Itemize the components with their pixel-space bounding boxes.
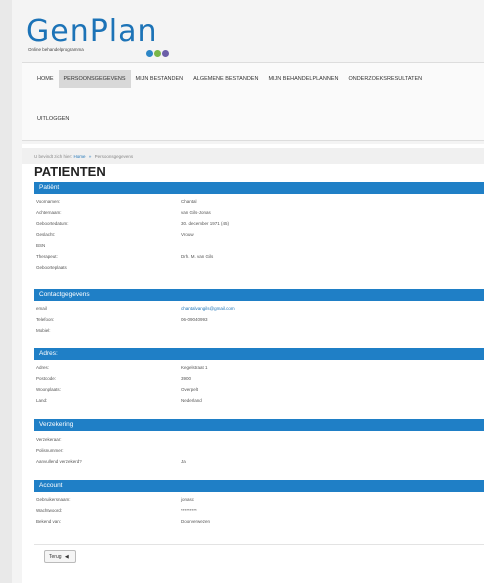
field-label: Polisnummer: (36, 448, 64, 453)
field-label: Postcode: (36, 376, 57, 381)
nav-item-uitloggen[interactable]: UITLOGGEN (32, 110, 74, 128)
field-value: 06-09040993 (181, 317, 208, 322)
main-navigation: HOME PERSOONSGEGEVENS MIJN BESTANDEN ALG… (22, 62, 484, 141)
row-geboorteplaats: Geboorteplaats (34, 264, 484, 274)
page: GenPlan Online behandelprogramma HOME PE… (12, 0, 484, 583)
logo-dots (146, 50, 169, 57)
content-panel: U bevindt zich hier: Home » Persoonsgege… (22, 144, 484, 583)
row-adres: Adres: Kegelstraat 1 (34, 364, 484, 374)
field-value: Chantal (181, 199, 197, 204)
field-label: Geslacht: (36, 232, 56, 237)
logo-dot-green (154, 50, 161, 57)
field-label: Verzekeraar: (36, 437, 62, 442)
page-title: PATIENTEN (34, 164, 106, 179)
row-achternaam: Achternaam: van Gils-Jonas (34, 209, 484, 219)
breadcrumb: U bevindt zich hier: Home » Persoonsgege… (22, 148, 484, 164)
nav-item-onderzoeksresultaten[interactable]: ONDERZOEKSRESULTATEN (343, 70, 427, 88)
field-value: Nederland (181, 398, 202, 403)
field-label: Voornamen: (36, 199, 61, 204)
field-label: Therapeut: (36, 254, 58, 259)
section-header-patient: Patiënt (34, 182, 484, 194)
arrow-left-icon: ◀ (64, 554, 69, 560)
nav-item-mijn-bestanden[interactable]: MIJN BESTANDEN (131, 70, 189, 88)
row-geboortedatum: Geboortedatum: 30. december 1971 (45) (34, 220, 484, 230)
row-land: Land: Nederland (34, 397, 484, 407)
field-value: van Gils-Jonas (181, 210, 211, 215)
field-value: jonasc (181, 497, 195, 502)
breadcrumb-prefix: U bevindt zich hier: (34, 154, 73, 159)
nav-item-persoonsgegevens[interactable]: PERSOONSGEGEVENS (58, 70, 131, 88)
logo-tagline: Online behandelprogramma (28, 47, 84, 52)
email-link[interactable]: chantalvangils@gmail.com (181, 306, 235, 311)
field-label: Adres: (36, 365, 50, 370)
nav-row-primary: HOME PERSOONSGEGEVENS MIJN BESTANDEN ALG… (32, 70, 427, 88)
field-label: BSN (36, 243, 46, 248)
field-label: Mobiel: (36, 328, 51, 333)
section-header-verzekering: Verzekering (34, 419, 484, 431)
field-label: Geboorteplaats (36, 265, 67, 270)
field-label: Aanvullend verzekerd? (36, 459, 82, 464)
row-email: email chantalvangils@gmail.com (34, 305, 484, 315)
row-wachtwoord: Wachtwoord: ********* (34, 507, 484, 517)
field-label: Geboortedatum: (36, 221, 69, 226)
divider (34, 544, 484, 545)
field-label: Achternaam: (36, 210, 62, 215)
row-polisnummer: Polisnummer: (34, 447, 484, 457)
genplan-logo[interactable]: GenPlan Online behandelprogramma (26, 14, 186, 62)
logo-dot-purple (162, 50, 169, 57)
field-label: Woonplaats: (36, 387, 61, 392)
back-button-label: Terug (49, 554, 62, 560)
row-bekend-van: Bekend van: Doorverwezen (34, 518, 484, 528)
logo-text: GenPlan (26, 14, 158, 49)
row-therapeut: Therapeut: Drh. M. van Gils (34, 253, 484, 263)
field-label: Telefoon: (36, 317, 55, 322)
field-label: Wachtwoord: (36, 508, 63, 513)
logo-dot-blue (146, 50, 153, 57)
row-aanvullend-verzekerd: Aanvullend verzekerd? Ja (34, 458, 484, 468)
breadcrumb-home-link[interactable]: Home (74, 154, 86, 159)
section-header-contactgegevens: Contactgegevens (34, 289, 484, 301)
field-value: ********* (181, 508, 197, 513)
row-woonplaats: Woonplaats: Overpelt (34, 386, 484, 396)
back-button[interactable]: Terug ◀ (44, 550, 76, 563)
section-header-account: Account (34, 480, 484, 492)
row-telefoon: Telefoon: 06-09040993 (34, 316, 484, 326)
field-label: email (36, 306, 47, 311)
nav-item-home[interactable]: HOME (32, 70, 59, 88)
field-label: Bekend van: (36, 519, 62, 524)
field-value: Overpelt (181, 387, 199, 392)
field-value: Ja (181, 459, 186, 464)
row-postcode: Postcode: 3900 (34, 375, 484, 385)
field-value: Vrouw (181, 232, 194, 237)
row-gebruikersnaam: Gebruikersnaam: jonasc (34, 496, 484, 506)
row-bsn: BSN (34, 242, 484, 252)
field-label: Land: (36, 398, 48, 403)
row-verzekeraar: Verzekeraar: (34, 436, 484, 446)
row-geslacht: Geslacht: Vrouw (34, 231, 484, 241)
nav-row-secondary: UITLOGGEN (32, 110, 74, 128)
breadcrumb-current: Persoonsgegevens (94, 154, 134, 159)
row-voornamen: Voornamen: Chantal (34, 198, 484, 208)
section-header-adres: Adres: (34, 348, 484, 360)
field-value: 30. december 1971 (45) (181, 221, 230, 226)
breadcrumb-separator: » (88, 154, 92, 159)
field-value: Drh. M. van Gils (181, 254, 214, 259)
row-mobiel: Mobiel: (34, 327, 484, 337)
nav-item-mijn-behandelplannen[interactable]: MIJN BEHANDELPLANNEN (263, 70, 343, 88)
field-value: Doorverwezen (181, 519, 211, 524)
field-label: Gebruikersnaam: (36, 497, 71, 502)
nav-item-algemene-bestanden[interactable]: ALGEMENE BESTANDEN (188, 70, 263, 88)
field-value: 3900 (181, 376, 192, 381)
field-value: Kegelstraat 1 (181, 365, 208, 370)
